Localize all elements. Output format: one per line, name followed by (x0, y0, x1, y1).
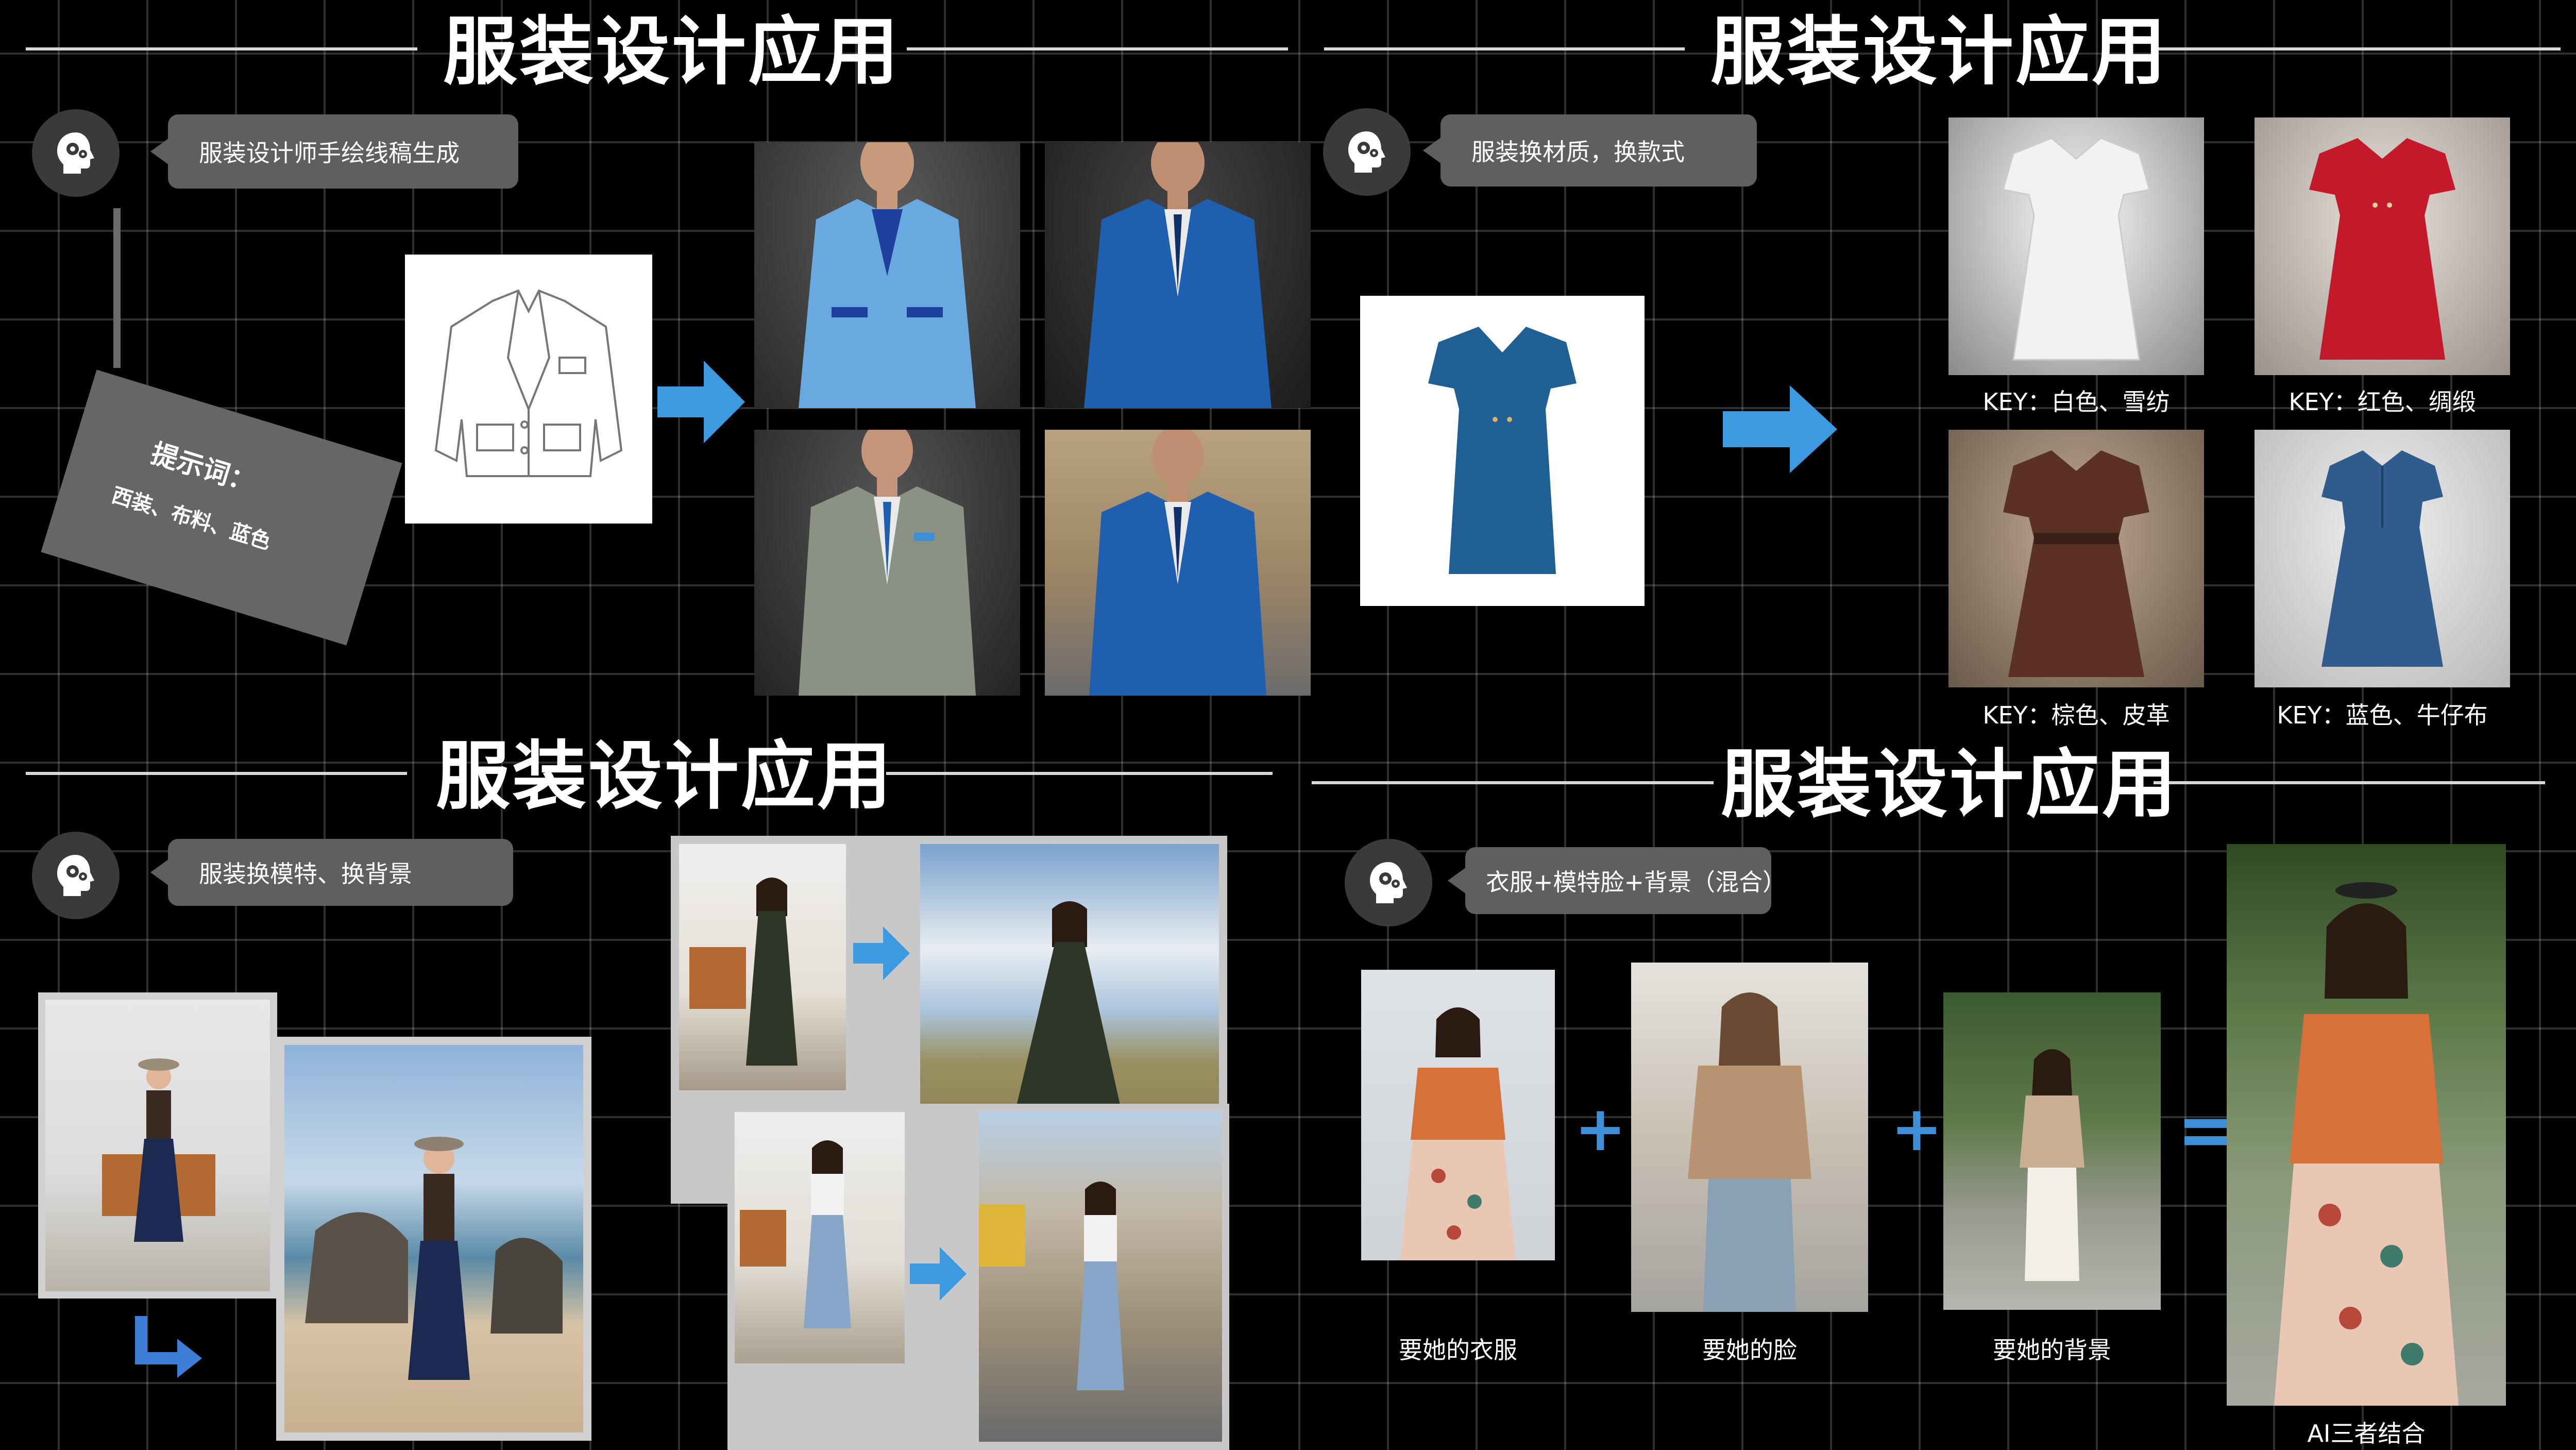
suit-photo-royal-blue (1045, 142, 1311, 408)
dress-caption: KEY：红色、绸缎 (2289, 388, 2476, 416)
title-divider-left (1324, 47, 1685, 50)
panel-title: 服装设计应用 (443, 8, 901, 95)
title-divider-right (886, 772, 1273, 775)
task-bubble: 服装换材质，换款式 (1423, 114, 1757, 187)
dress-caption: KEY：白色、雪纺 (1982, 388, 2170, 416)
model-photo-indoor (45, 1000, 270, 1291)
task-bubble: 衣服+模特脸+背景（混合） (1448, 847, 1786, 914)
source-face-photo (1631, 963, 1868, 1312)
arrow-right-icon (1723, 385, 1837, 473)
panel-title: 服装设计应用 (436, 733, 894, 819)
panel-bottom-right: 服装设计应用 衣服+模特脸+背景（混合） 要她的衣服 + 要她的脸 + 要她的背… (1288, 724, 2576, 1449)
arrow-down-right-icon (135, 1316, 202, 1378)
title-divider-right (2154, 47, 2561, 50)
jacket-sketch (405, 255, 652, 524)
source-caption: 要她的衣服 (1399, 1336, 1517, 1364)
prompt-title: 提示词： (147, 438, 259, 499)
title-divider-left (26, 772, 407, 775)
source-caption: 要她的背景 (1993, 1336, 2111, 1364)
panel-bottom-left: 服装设计应用 服装换模特、换背景 (0, 724, 1288, 1450)
dress-white-chiffon (1948, 117, 2204, 375)
panel-top-right: 服装设计应用 服装换材质，换款式 KEY：白色、雪纺 KEY：红色、绸缎 KEY… (1288, 0, 2576, 729)
task-bubble: 服装换模特、换背景 (150, 839, 513, 906)
model-photo-beach (284, 1045, 583, 1432)
model-photo-street (979, 1112, 1222, 1442)
title-divider-left (26, 47, 417, 50)
panel-title: 服装设计应用 (1710, 8, 2168, 95)
panel-title: 服装设计应用 (1721, 741, 2179, 828)
dress-red-satin (2255, 117, 2510, 375)
source-background-photo (1943, 992, 2161, 1310)
prompt-card: 提示词： 西装、布料、蓝色 (41, 369, 402, 646)
model-photo-room (679, 844, 846, 1090)
source-dress (1360, 296, 1645, 606)
model-photo-white-top (735, 1112, 905, 1363)
plus-sign: + (1891, 1093, 1943, 1165)
arrow-right-icon (853, 926, 910, 980)
head-gear-icon (1345, 839, 1432, 926)
source-clothes-photo (1361, 970, 1555, 1260)
head-gear-icon (32, 832, 120, 919)
suit-photo-light-blue (754, 142, 1020, 408)
suit-photo-street (1045, 430, 1311, 696)
arrow-right-icon (657, 361, 745, 443)
title-divider-right (907, 47, 1288, 50)
result-caption: AI三者结合 (2307, 1420, 2426, 1447)
dress-brown-leather (1948, 430, 2204, 687)
arrow-right-icon (910, 1247, 967, 1301)
plus-sign: + (1574, 1093, 1626, 1165)
head-gear-icon (1323, 108, 1411, 196)
source-caption: 要她的脸 (1702, 1336, 1797, 1364)
panel-top-left: 服装设计应用 服装设计师手绘线稿生成 提示词： 西装、布料、蓝色 (0, 0, 1311, 724)
result-photo (2227, 844, 2506, 1406)
dress-blue-denim (2255, 430, 2510, 687)
task-bubble: 服装设计师手绘线稿生成 (150, 114, 518, 189)
head-gear-icon (32, 109, 120, 197)
title-divider-right (2154, 781, 2545, 784)
connector-line (113, 208, 121, 368)
suit-photo-grey (754, 430, 1020, 696)
title-divider-left (1312, 781, 1714, 784)
